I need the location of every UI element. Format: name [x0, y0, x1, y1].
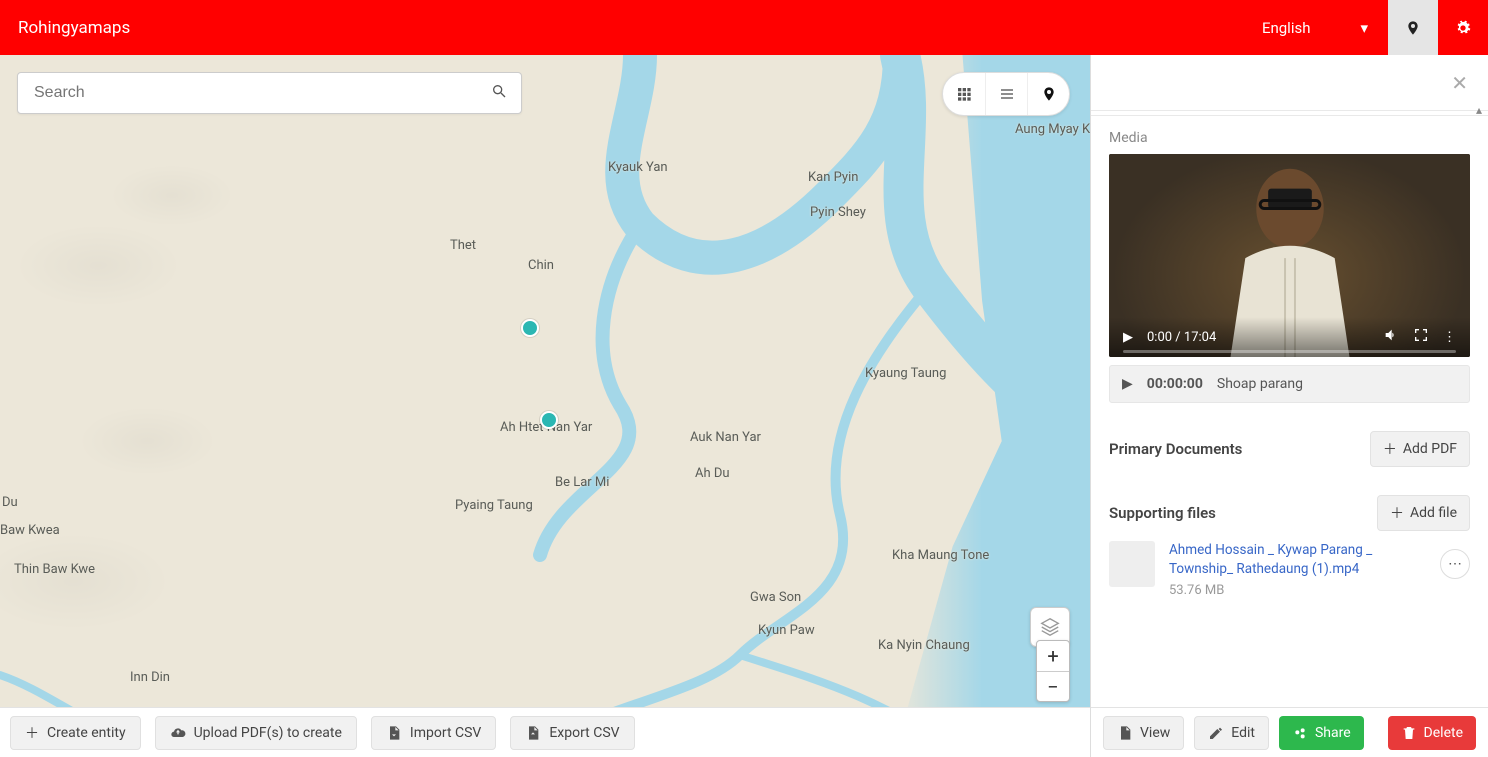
layers-icon — [1039, 616, 1061, 638]
map-place-label: Aung Myay K — [1015, 122, 1090, 137]
timeline-entry[interactable]: ▶ 00:00:00 Shoap parang — [1109, 365, 1470, 403]
edit-button[interactable]: Edit — [1194, 716, 1269, 750]
add-file-button[interactable]: ＋ Add file — [1377, 495, 1470, 531]
map-marker[interactable] — [540, 411, 558, 429]
upload-pdfs-button[interactable]: Upload PDF(s) to create — [155, 716, 357, 750]
map-place-label: Kyaung Taung — [865, 366, 946, 381]
delete-button[interactable]: Delete — [1388, 716, 1476, 750]
view-mode-toggle — [942, 72, 1070, 116]
file-export-icon — [525, 725, 541, 741]
map-place-label: Ah Du — [695, 466, 730, 481]
brand-title: Rohingyamaps — [18, 18, 130, 38]
panel-footer: View Edit Share Delete — [1091, 707, 1488, 757]
search-input[interactable] — [32, 83, 491, 103]
pin-mode-button[interactable] — [1388, 0, 1438, 55]
search-icon — [491, 83, 507, 103]
map-action-bar: ＋ Create entity Upload PDF(s) to create … — [0, 707, 1090, 757]
cloud-upload-icon — [170, 725, 186, 741]
volume-icon[interactable] — [1383, 327, 1399, 347]
pencil-icon — [1208, 725, 1224, 741]
map-marker[interactable] — [521, 319, 539, 337]
map-place-label: Gwa Son — [750, 590, 801, 605]
map-place-label: Be Lar Mi — [555, 475, 609, 490]
share-icon — [1292, 725, 1308, 741]
video-progress[interactable] — [1123, 350, 1456, 353]
video-player[interactable]: ▶ 0:00 / 17:04 ⋮ — [1109, 154, 1470, 357]
map-place-label: Pyin Shey — [810, 205, 866, 220]
file-size: 53.76 MB — [1169, 583, 1426, 598]
close-panel-button[interactable]: ✕ — [1451, 71, 1468, 95]
map-canvas[interactable]: Kyauk Yan Kan Pyin Pyin Shey Thet Chin Aung M… — [0, 55, 1090, 757]
map-place-label: Pyaing Taung — [455, 498, 533, 513]
map-place-label: Baw Kwea — [0, 523, 60, 538]
play-icon[interactable]: ▶ — [1122, 376, 1133, 392]
search-box[interactable] — [17, 72, 522, 114]
zoom-in-button[interactable]: + — [1037, 641, 1069, 671]
document-icon — [1117, 725, 1133, 741]
add-pdf-button[interactable]: ＋ Add PDF — [1370, 431, 1470, 467]
map-place-label: Thin Baw Kwe — [14, 562, 95, 577]
map-place-label: Kyauk Yan — [608, 160, 668, 175]
plus-icon: ＋ — [25, 723, 39, 743]
plus-icon: ＋ — [1390, 503, 1404, 523]
map-place-label: Kha Maung Tone — [892, 548, 989, 563]
map-place-label: Ka Nyin Chaung — [878, 638, 970, 653]
view-list-button[interactable] — [985, 73, 1027, 115]
trash-icon — [1401, 725, 1417, 741]
map-place-label: Du — [2, 495, 18, 510]
map-place-label: Kan Pyin — [808, 170, 858, 185]
language-dropdown[interactable]: English ▾ — [1242, 0, 1388, 55]
gear-icon — [1455, 20, 1471, 36]
map-place-label: Auk Nan Yar — [690, 430, 761, 445]
language-label: English — [1262, 19, 1311, 37]
supporting-file-item: Ahmed Hossain _ Kywap Parang _ Township_… — [1109, 541, 1470, 598]
file-import-icon — [386, 725, 402, 741]
view-button[interactable]: View — [1103, 716, 1184, 750]
export-csv-button[interactable]: Export CSV — [510, 716, 634, 750]
view-map-button[interactable] — [1027, 73, 1069, 115]
chevron-down-icon: ▾ — [1360, 19, 1368, 37]
file-menu-button[interactable]: ⋯ — [1440, 549, 1470, 579]
view-grid-button[interactable] — [943, 73, 985, 115]
file-thumbnail — [1109, 541, 1155, 587]
list-icon — [999, 86, 1015, 102]
video-menu-icon[interactable]: ⋮ — [1443, 330, 1456, 345]
media-section-label: Media — [1109, 130, 1470, 146]
settings-button[interactable] — [1438, 0, 1488, 55]
zoom-out-button[interactable]: − — [1037, 671, 1069, 701]
import-csv-button[interactable]: Import CSV — [371, 716, 496, 750]
create-entity-button[interactable]: ＋ Create entity — [10, 716, 141, 750]
file-name-link[interactable]: Ahmed Hossain _ Kywap Parang _ Township_… — [1169, 541, 1426, 579]
supporting-files-title: Supporting files — [1109, 504, 1216, 522]
map-place-label: Kyun Paw — [758, 623, 815, 638]
detail-panel: ✕ Media ▶ 0:00 / 17:04 — [1090, 55, 1488, 757]
map-pin-icon — [1041, 86, 1057, 102]
play-icon[interactable]: ▶ — [1123, 330, 1133, 345]
fullscreen-icon[interactable] — [1413, 327, 1429, 347]
share-button[interactable]: Share — [1279, 716, 1364, 750]
map-place-label: Thet — [450, 238, 476, 253]
zoom-control: + − — [1036, 640, 1070, 702]
grid-icon — [956, 86, 972, 102]
map-pin-icon — [1405, 20, 1421, 36]
map-place-label: Inn Din — [130, 670, 170, 685]
primary-documents-title: Primary Documents — [1109, 440, 1242, 458]
map-place-label: Chin — [528, 258, 554, 273]
plus-icon: ＋ — [1383, 439, 1397, 459]
